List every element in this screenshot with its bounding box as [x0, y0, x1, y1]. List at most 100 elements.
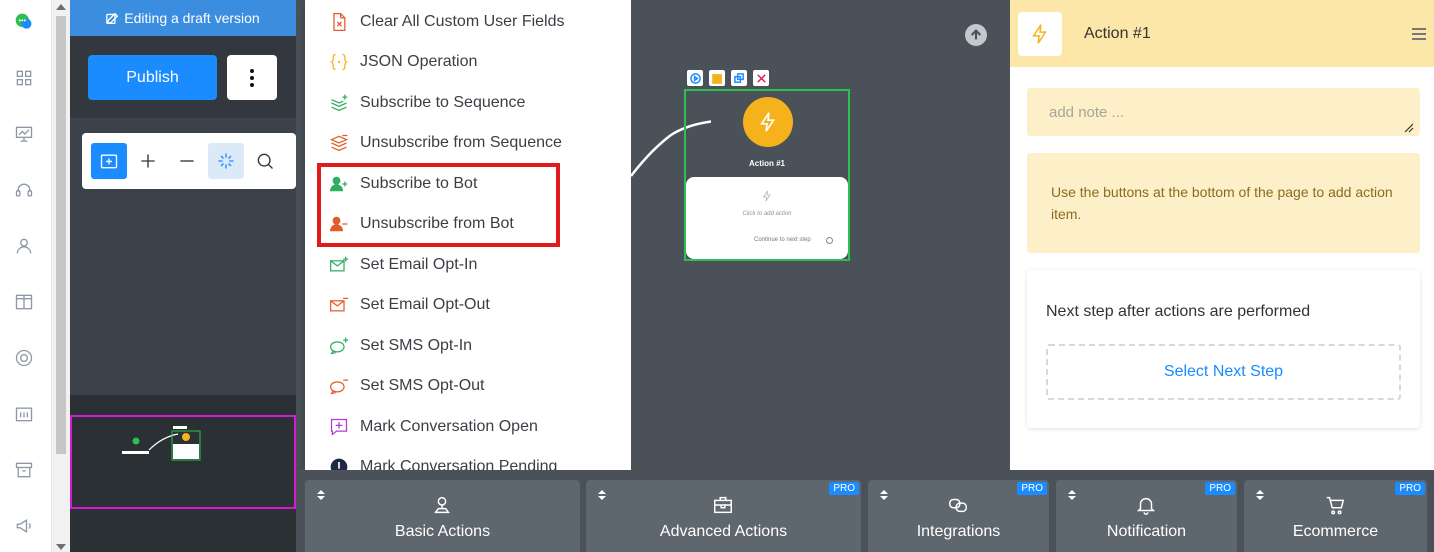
tab-label: Notification: [1106, 523, 1187, 540]
add-action-hint[interactable]: Click to add action: [686, 211, 848, 217]
tab-advanced-actions[interactable]: Advanced Actions PRO: [586, 480, 861, 552]
note-input[interactable]: [1027, 88, 1420, 136]
menu-item-email-opt-out[interactable]: Set Email Opt-Out: [305, 285, 631, 325]
info-message: Use the buttons at the bottom of the pag…: [1027, 153, 1420, 253]
flow-canvas[interactable]: Action #1 Click to add action Continue t…: [631, 0, 1010, 470]
canvas-gap: [296, 0, 305, 470]
node-toolbar: [687, 70, 769, 86]
minimap[interactable]: [70, 395, 296, 552]
editor-panel: Editing a draft version Publish: [70, 0, 296, 552]
menu-item-label: Set SMS Opt-In: [360, 337, 473, 354]
zoom-in-button[interactable]: [130, 143, 166, 179]
node-copy-button[interactable]: [731, 70, 747, 86]
publish-button[interactable]: Publish: [88, 55, 217, 100]
briefcase-icon: [712, 494, 734, 516]
layers-minus-icon: [329, 133, 349, 153]
action-node[interactable]: Action #1 Click to add action Continue t…: [684, 89, 850, 261]
draft-banner-label: Editing a draft version: [124, 10, 260, 26]
menu-item-sms-opt-in[interactable]: Set SMS Opt-In: [305, 326, 631, 366]
sort-arrows-icon: [317, 490, 327, 500]
copy-icon: [733, 72, 744, 83]
action-node-title: Action #1: [748, 159, 785, 168]
menu-item-label: Unsubscribe from Sequence: [360, 134, 562, 151]
mail-minus-icon: [329, 295, 349, 315]
action-node-badge[interactable]: [743, 97, 793, 147]
menu-item-unsubscribe-sequence[interactable]: Unsubscribe from Sequence: [305, 123, 631, 163]
play-icon: [689, 72, 701, 84]
scroll-down-arrow-icon[interactable]: [56, 544, 66, 550]
zoom-out-button[interactable]: [169, 143, 205, 179]
calendar-icon[interactable]: [12, 402, 36, 426]
lightning-icon: [760, 112, 776, 132]
chat-logo-icon[interactable]: [12, 10, 36, 34]
menu-item-conversation-open[interactable]: Mark Conversation Open: [305, 407, 631, 447]
message-plus-icon: [329, 417, 349, 437]
dashboard-icon[interactable]: [12, 66, 36, 90]
menu-item-json-operation[interactable]: JSON Operation: [305, 42, 631, 82]
menu-item-label: JSON Operation: [360, 53, 478, 70]
search-icon: [257, 153, 273, 169]
add-folder-button[interactable]: [91, 143, 127, 179]
folder-plus-icon: [100, 154, 118, 169]
sms-plus-icon: [329, 336, 349, 356]
more-options-button[interactable]: [227, 55, 277, 100]
resize-handle-icon[interactable]: [1404, 120, 1414, 133]
highlight-annotation: [317, 163, 560, 247]
tab-label: Advanced Actions: [659, 523, 788, 540]
archive-icon[interactable]: [12, 458, 36, 482]
headset-icon[interactable]: [12, 178, 36, 202]
action-node-card[interactable]: Click to add action Continue to next ste…: [686, 177, 848, 259]
sort-arrows-icon: [598, 490, 608, 500]
action-type-badge: [1018, 12, 1062, 56]
menu-item-clear-custom-fields[interactable]: Clear All Custom User Fields: [305, 2, 631, 42]
note-box: [1027, 88, 1420, 136]
lifebuoy-icon[interactable]: [12, 346, 36, 370]
megaphone-icon[interactable]: [12, 514, 36, 538]
page-scrollbar[interactable]: [52, 0, 70, 552]
menu-item-sms-opt-out[interactable]: Set SMS Opt-Out: [305, 366, 631, 406]
close-icon: [756, 73, 766, 83]
canvas-toolbar: [82, 133, 296, 189]
layers-plus-icon: [329, 93, 349, 113]
tab-label: Ecommerce: [1292, 523, 1379, 540]
icon-rail: [0, 0, 52, 552]
node-delete-button[interactable]: [753, 70, 769, 86]
plus-icon: [141, 154, 155, 168]
properties-title[interactable]: Action #1: [1084, 25, 1151, 43]
tab-notification[interactable]: Notification PRO: [1056, 480, 1237, 552]
tab-ecommerce[interactable]: Ecommerce PRO: [1244, 480, 1427, 552]
user-icon[interactable]: [12, 234, 36, 258]
scroll-top-button[interactable]: [965, 24, 987, 46]
vertical-dots-icon: [250, 67, 254, 88]
braces-icon: [329, 52, 349, 72]
menu-item-email-opt-in[interactable]: Set Email Opt-In: [305, 245, 631, 285]
minimap-preview-icon: [122, 426, 201, 461]
menu-item-subscribe-sequence[interactable]: Subscribe to Sequence: [305, 83, 631, 123]
node-note-button[interactable]: [709, 70, 725, 86]
tab-label: Integrations: [916, 523, 1001, 540]
pro-badge: PRO: [1017, 482, 1047, 495]
menu-item-label: Set Email Opt-In: [360, 256, 478, 273]
search-button[interactable]: [247, 143, 283, 179]
columns-icon[interactable]: [12, 290, 36, 314]
menu-item-label: Clear All Custom User Fields: [360, 13, 565, 30]
tab-label: Basic Actions: [394, 523, 491, 540]
scroll-thumb[interactable]: [56, 16, 66, 454]
sort-arrows-icon: [1068, 490, 1078, 500]
tab-integrations[interactable]: Integrations PRO: [868, 480, 1049, 552]
edit-icon: [106, 12, 119, 24]
tab-basic-actions[interactable]: Basic Actions: [305, 480, 580, 552]
scroll-up-arrow-icon[interactable]: [56, 4, 66, 10]
node-play-button[interactable]: [687, 70, 703, 86]
lightning-outline-icon: [761, 189, 773, 202]
pro-badge: PRO: [829, 482, 859, 495]
presentation-icon[interactable]: [12, 122, 36, 146]
minimap-viewport[interactable]: [70, 415, 296, 509]
hamburger-menu-icon[interactable]: [1412, 28, 1426, 43]
link-icon: [947, 494, 969, 516]
menu-item-label: Mark Conversation Open: [360, 418, 538, 435]
next-step-connector[interactable]: [826, 237, 833, 244]
select-next-step-button[interactable]: Select Next Step: [1046, 344, 1401, 400]
sms-minus-icon: [329, 376, 349, 396]
auto-arrange-button[interactable]: [208, 143, 244, 179]
